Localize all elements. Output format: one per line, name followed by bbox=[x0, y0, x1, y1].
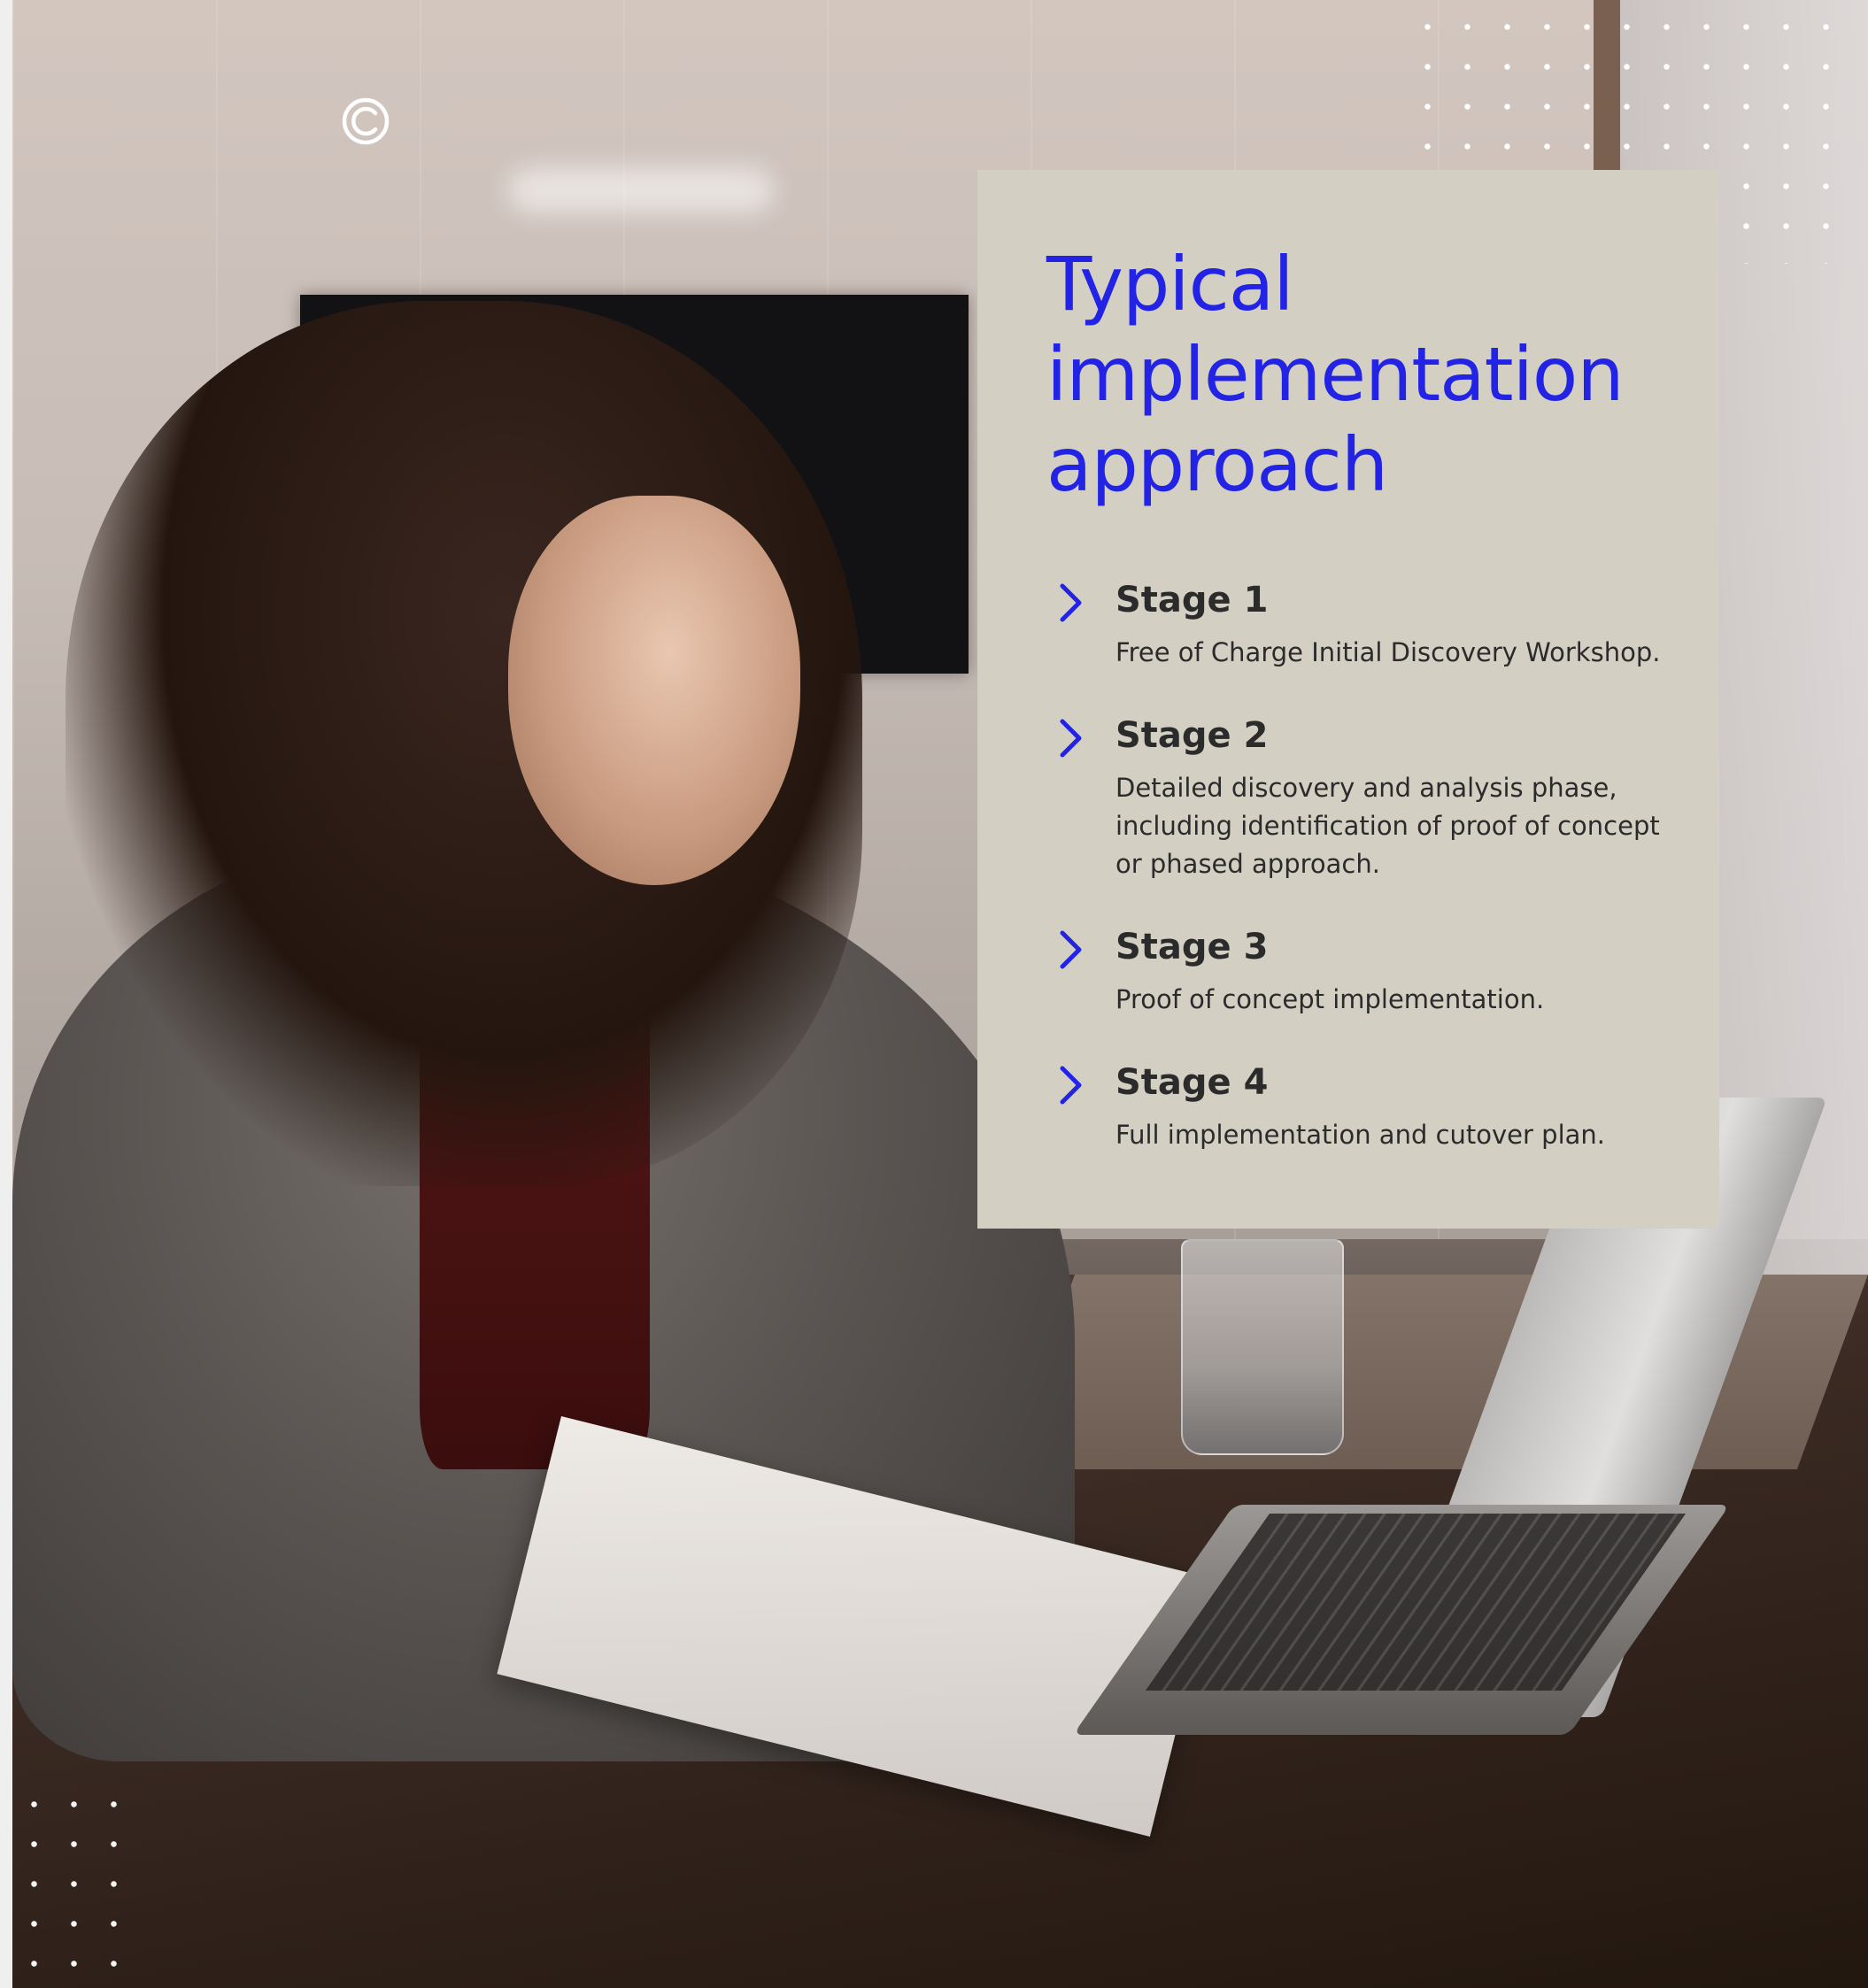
stage-item-3: Stage 3 Proof of concept implementation. bbox=[1046, 926, 1666, 1019]
water-glass bbox=[1181, 1239, 1344, 1455]
title-line: Typical bbox=[1046, 241, 1294, 327]
implementation-card: Typical implementation approach Stage 1 … bbox=[977, 170, 1719, 1229]
stage-item-1: Stage 1 Free of Charge Initial Discovery… bbox=[1046, 579, 1666, 672]
person-face bbox=[508, 496, 800, 885]
stage-list: Stage 1 Free of Charge Initial Discovery… bbox=[1046, 579, 1666, 1154]
stage-description: Full implementation and cutover plan. bbox=[1115, 1120, 1605, 1150]
page-title: Typical implementation approach bbox=[1046, 239, 1666, 510]
ceiling-light bbox=[508, 168, 774, 212]
stage-name: Stage 3 bbox=[1115, 927, 1269, 967]
stage-description: Proof of concept implementation. bbox=[1115, 984, 1545, 1014]
stage-item-2: Stage 2 Detailed discovery and analysis … bbox=[1046, 714, 1666, 883]
chevron-right-icon bbox=[1060, 719, 1082, 758]
stage-description: Free of Charge Initial Discovery Worksho… bbox=[1115, 637, 1661, 667]
stage-name: Stage 4 bbox=[1115, 1062, 1269, 1103]
circle-logo-icon bbox=[342, 97, 390, 145]
stage-name: Stage 1 bbox=[1115, 580, 1269, 620]
title-line: approach bbox=[1046, 421, 1388, 508]
chevron-right-icon bbox=[1060, 930, 1082, 969]
stage-description: Detailed discovery and analysis phase, i… bbox=[1115, 773, 1660, 879]
dot-pattern-bottom-left bbox=[14, 1784, 126, 1976]
chevron-right-icon bbox=[1060, 1066, 1082, 1105]
stage-name: Stage 2 bbox=[1115, 715, 1269, 756]
stage-item-4: Stage 4 Full implementation and cutover … bbox=[1046, 1061, 1666, 1154]
title-line: implementation bbox=[1046, 331, 1625, 418]
chevron-right-icon bbox=[1060, 583, 1082, 622]
